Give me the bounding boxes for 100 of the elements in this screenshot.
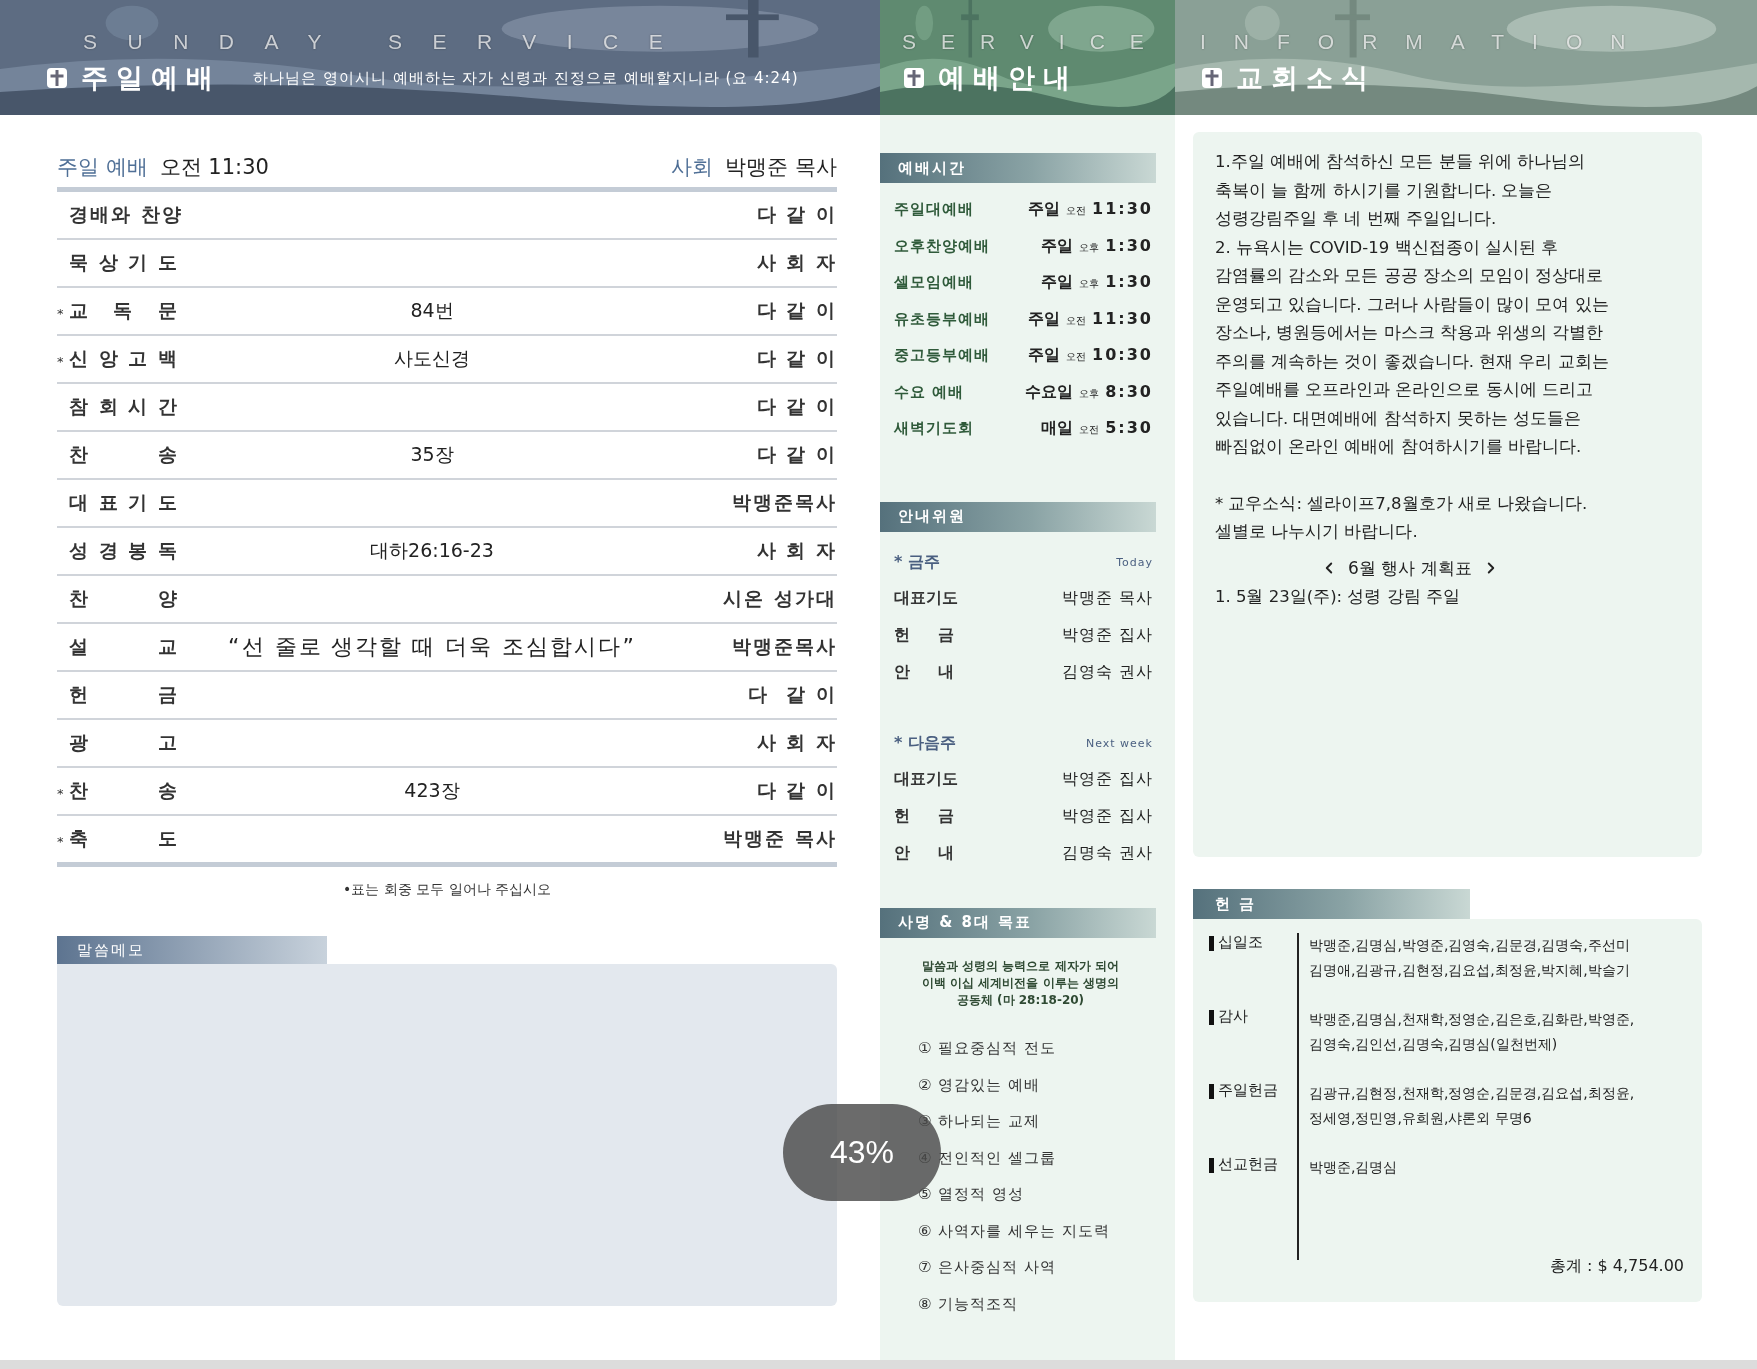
order-item: 423장 [403,778,461,803]
service-name: 오후찬양예배 [894,236,991,256]
service-day: 주일 [1041,272,1074,291]
order-label: 묵 상 기 도 [69,250,179,275]
service-name: 중고등부예배 [894,346,991,365]
offering-total: 총계 : $ 4,754.00 [1548,1256,1685,1277]
order-label: 찬 송 [69,778,179,803]
order-label: 찬 송 [69,442,179,467]
usher-name: 김명숙 권사 [1061,842,1153,864]
order-item: 사도신경 [393,346,471,371]
service-ampm: 오후 [1079,241,1100,253]
service-time: 5:30 [1105,418,1153,437]
header-subtitle: INFORMATION [1200,30,1655,54]
service-time: 11:30 [1092,308,1153,328]
section-bar: 예배시간 [880,153,1156,183]
service-ampm: 오전 [1066,205,1087,216]
order-label: 교 독 문 [69,298,179,323]
usher-name: 박영준 집사 [1061,624,1153,646]
offering-category: 주일헌금 [1218,1081,1278,1100]
service-time: 1:30 [1105,235,1153,255]
mission-statement: 말씀과 성령의 능력으로 제자가 되어 이백 이십 세계비전을 이루는 생명의 공동체 (마 28:18-20) [921,957,1120,1009]
service-day: 주일 [1028,199,1061,218]
order-leader: 사 회 자 [755,250,837,275]
service-day: 주일 [1041,235,1074,255]
donor-names: 박맹준,김명심,천재학,정영순,김은호,김화란,박영준, 김영숙,김인선,김명숙,김명심(일천번제) [1309,1010,1636,1054]
standing-mark: * [57,834,64,849]
week-note: Today [1116,556,1153,569]
order-leader: 다 같 이 [755,778,837,803]
goal-item: ⑧ 기능적조직 [917,1293,1020,1315]
offering-category: 감사 [1218,1007,1248,1026]
service-time: 오전 11:30 [159,155,269,179]
order-item: 35장 [409,442,455,467]
plan-item: 1. 5월 23일(주): 성령 강림 주일 [1215,585,1461,608]
usher-name: 김영숙 권사 [1061,661,1153,683]
service-day: 수요일 [1025,381,1074,401]
cross-icon [1200,66,1224,90]
order-leader: 시온 성가대 [722,586,837,611]
section-bar: 사명 & 8대 목표 [880,907,1156,938]
standing-mark: * [57,306,64,321]
service-ampm: 오전 [1066,351,1087,362]
host-name: 박맹준 목사 [725,155,837,179]
order-leader: 다 같 이 [755,298,837,323]
order-item: 대하26:16-23 [369,538,495,563]
goal-item: ③ 하나되는 교제 [917,1111,1041,1133]
bullet-bar-icon [1209,1010,1214,1025]
usher-name: 박영준 집사 [1061,768,1153,790]
standing-note: •표는 회중 모두 일어나 주십시오 [341,881,553,899]
service-time: 10:30 [1092,345,1153,364]
service-ampm: 오전 [1066,314,1087,326]
order-label: 찬 양 [69,586,179,611]
service-day: 매일 [1041,418,1074,437]
order-label: 경배와 찬양 [69,202,179,227]
order-item: 84번 [409,298,455,323]
usher-role: 헌 금 [894,624,954,646]
goal-item: ① 필요중심적 전도 [917,1038,1057,1060]
news-paragraph: 1.주일 예배에 참석하신 모든 분들 위에 하나님의 축복이 늘 함께 하시기를 기원합니다. 오늘은 성령강림주일 후 네 번째 주일입니다. [1215,151,1587,230]
order-leader: 다 같 이 [747,682,837,707]
donor-names: 김광규,김현정,천재학,정영순,김문경,김요섭,최정윤, 정세영,정민영,유희원,샤론외 무명6 [1309,1084,1636,1128]
service-time: 8:30 [1105,381,1153,401]
service-time: 11:30 [1092,199,1153,218]
order-leader: 박맹준목사 [731,634,837,659]
service-ampm: 오후 [1079,278,1100,289]
order-leader: 사 회 자 [755,538,837,563]
order-leader: 박맹준 목사 [722,826,837,851]
service-time: 1:30 [1105,272,1153,291]
order-label: 신 앙 고 백 [69,346,179,371]
week-title: * 금주 [894,552,940,573]
section-bar: 안내위원 [880,501,1156,532]
week-note: Next week [1085,737,1153,750]
order-label: 축 도 [69,826,179,851]
bullet-bar-icon [1209,1158,1214,1173]
donor-names: 박맹준,김명심,박영준,김영숙,김문경,김명숙,주선미 김명애,김광규,김현정,김요섭,최정윤,박지혜,박슬기 [1309,936,1631,980]
host-label: 사회 [671,155,714,179]
section-bar: 헌 금 [1193,889,1470,919]
usher-name: 박영준 집사 [1061,805,1153,827]
service-ampm: 오전 [1079,424,1100,435]
service-name: 수요 예배 [894,382,966,402]
usher-role: 안 내 [894,842,954,864]
offering-category: 십일조 [1218,933,1263,952]
usher-role: 안 내 [894,661,954,683]
order-label: 대 표 기 도 [69,490,179,515]
service-name: 새벽기도회 [894,419,975,438]
bullet-bar-icon [1209,1084,1214,1099]
standing-mark: * [57,354,64,369]
order-leader: 사 회 자 [755,730,837,755]
service-day: 주일 [1028,345,1061,364]
order-leader: 다 같 이 [755,346,837,371]
standing-mark: * [57,786,64,801]
news-paragraph: * 교우소식: 셀라이프7,8월호가 새로 나왔습니다. 셀별로 나누시기 바랍니다. [1215,492,1589,543]
goal-item: ⑦ 은사중심적 사역 [917,1257,1057,1279]
order-label: 헌 금 [69,682,179,707]
order-leader: 박맹준목사 [731,490,837,515]
usher-role: 헌 금 [894,805,954,827]
bullet-bar-icon [1209,936,1214,951]
goal-item: ⑥ 사역자를 세우는 지도력 [917,1220,1111,1242]
service-ampm: 오후 [1079,387,1100,399]
plan-title: 6월 행사 계획표 [1348,556,1472,580]
offering-category: 선교헌금 [1218,1155,1278,1174]
order-leader: 다 같 이 [755,202,837,227]
goal-item: ② 영감있는 예배 [917,1074,1041,1096]
